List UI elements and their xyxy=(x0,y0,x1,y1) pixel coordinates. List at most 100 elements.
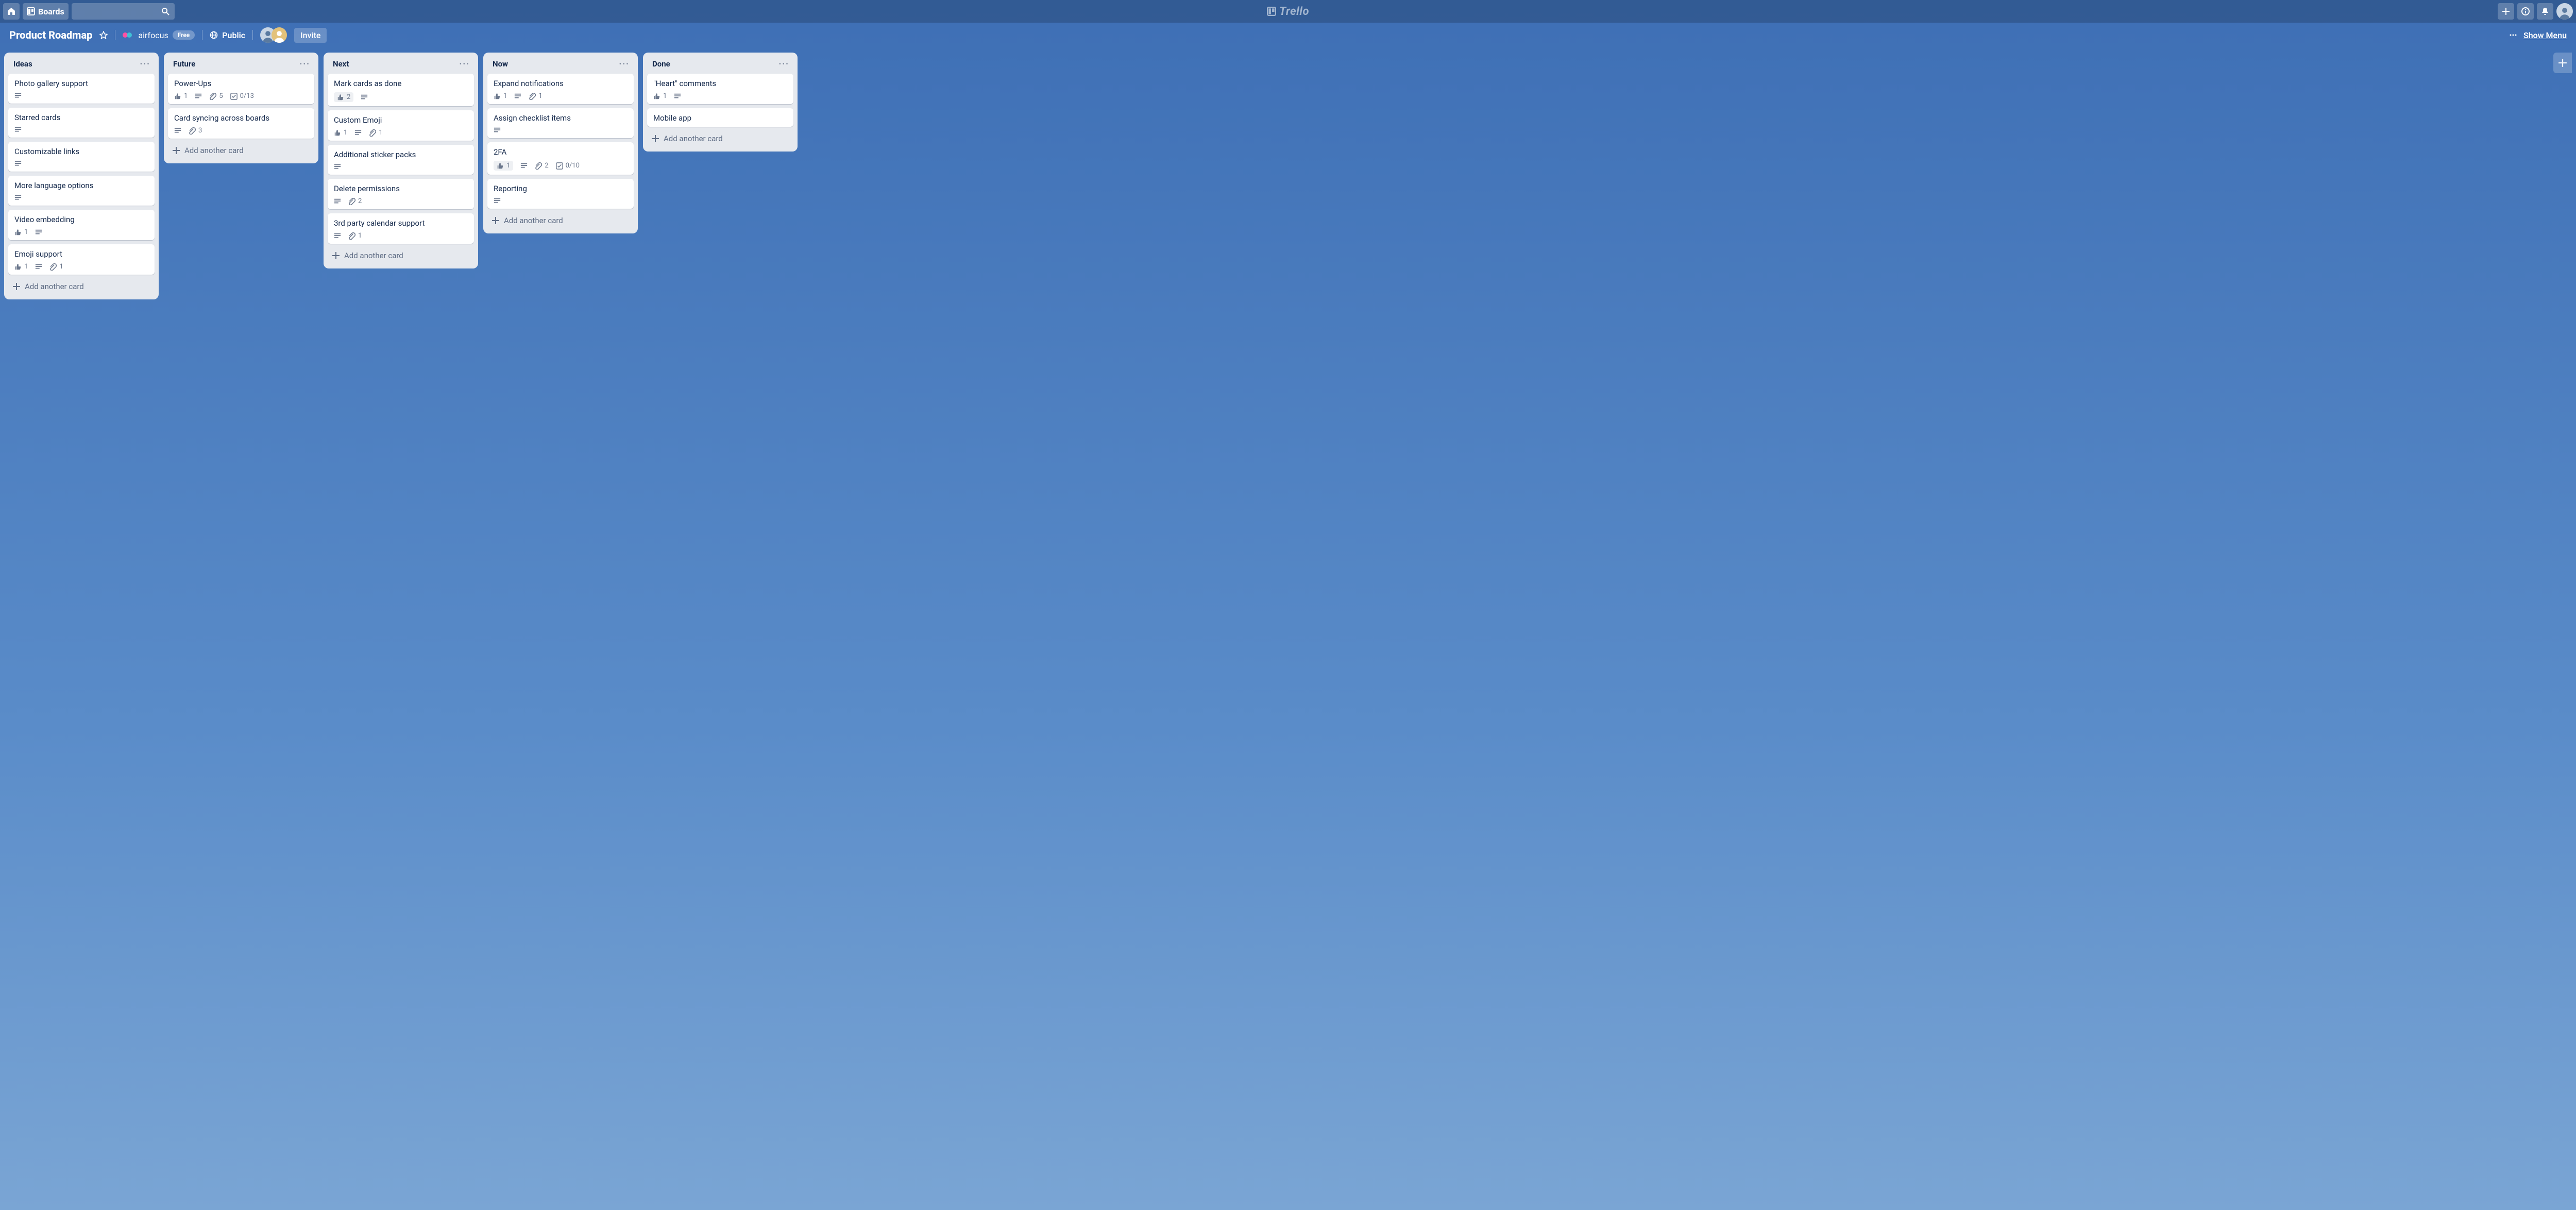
card[interactable]: Customizable links xyxy=(8,142,155,172)
attachments-badge: 3 xyxy=(189,127,202,135)
board-header-right: Show Menu xyxy=(2509,30,2567,40)
card-badges xyxy=(14,194,148,201)
card-title: 3rd party calendar support xyxy=(334,219,468,228)
thumb-icon xyxy=(497,162,504,170)
votes-count: 1 xyxy=(24,228,28,236)
card[interactable]: Delete permissions2 xyxy=(328,179,474,209)
votes-count: 1 xyxy=(24,263,28,271)
add-card-button[interactable]: Add another card xyxy=(328,248,474,263)
list-title[interactable]: Ideas xyxy=(13,59,32,69)
star-icon[interactable] xyxy=(99,31,108,39)
card[interactable]: 3rd party calendar support1 xyxy=(328,213,474,244)
description-icon xyxy=(195,93,202,100)
add-list-button[interactable] xyxy=(2553,53,2572,73)
add-card-button[interactable]: Add another card xyxy=(8,279,155,294)
description-badge xyxy=(174,127,181,135)
plus-icon xyxy=(172,146,180,155)
attachments-badge: 1 xyxy=(49,263,63,271)
card[interactable]: Starred cards xyxy=(8,108,155,138)
votes-count: 1 xyxy=(663,92,667,100)
card[interactable]: Power-Ups150/13 xyxy=(168,74,314,104)
card[interactable]: Emoji support11 xyxy=(8,244,155,275)
list-title[interactable]: Next xyxy=(333,59,349,69)
add-card-button[interactable]: Add another card xyxy=(647,131,793,146)
member-avatars[interactable] xyxy=(260,27,287,43)
list-menu-button[interactable]: ··· xyxy=(779,59,789,69)
list-header: Future ··· xyxy=(168,58,314,70)
board-header: Product Roadmap airfocus Free Public Inv… xyxy=(0,23,2576,47)
card[interactable]: Mobile app xyxy=(647,108,793,127)
attachments-badge: 2 xyxy=(348,197,362,205)
list: Next···Mark cards as done2Custom Emoji11… xyxy=(324,53,478,268)
board-title[interactable]: Product Roadmap xyxy=(9,29,92,41)
member-avatar[interactable] xyxy=(272,27,287,43)
votes-count: 2 xyxy=(347,93,350,101)
add-card-button[interactable]: Add another card xyxy=(487,213,634,228)
attachments-badge: 2 xyxy=(535,162,548,170)
topbar-right xyxy=(2498,3,2573,20)
list-menu-button[interactable]: ··· xyxy=(140,59,150,69)
show-menu-button[interactable]: Show Menu xyxy=(2523,30,2567,40)
list-title[interactable]: Future xyxy=(173,59,195,69)
description-icon xyxy=(361,94,368,101)
card-title: "Heart" comments xyxy=(653,79,787,88)
card-title: Additional sticker packs xyxy=(334,150,468,159)
team-chip[interactable]: airfocus Free xyxy=(123,30,195,40)
list-title[interactable]: Now xyxy=(493,59,508,69)
boards-button[interactable]: Boards xyxy=(23,3,69,20)
card-badges xyxy=(494,197,628,205)
description-icon xyxy=(334,198,341,205)
create-button[interactable] xyxy=(2498,3,2514,20)
attachment-icon xyxy=(209,93,216,100)
list-menu-button[interactable]: ··· xyxy=(619,59,630,69)
description-icon xyxy=(514,93,521,100)
description-icon xyxy=(14,92,22,99)
card[interactable]: Assign checklist items xyxy=(487,108,634,138)
list-menu-button[interactable]: ··· xyxy=(300,59,310,69)
card[interactable]: Expand notifications11 xyxy=(487,74,634,104)
card[interactable]: Card syncing across boards3 xyxy=(168,108,314,139)
list-menu-button[interactable]: ··· xyxy=(460,59,470,69)
votes-badge: 1 xyxy=(14,228,28,236)
user-avatar[interactable] xyxy=(2556,3,2573,20)
description-icon xyxy=(14,194,22,201)
attachment-icon xyxy=(49,263,57,271)
votes-badge: 1 xyxy=(494,161,513,171)
checklist-icon xyxy=(230,93,238,100)
list-title[interactable]: Done xyxy=(652,59,670,69)
attachment-icon xyxy=(348,232,355,240)
visibility-button[interactable]: Public xyxy=(210,30,245,40)
attachments-count: 2 xyxy=(358,197,362,205)
checklist-count: 0/13 xyxy=(240,92,254,100)
team-name: airfocus xyxy=(138,30,168,40)
card[interactable]: Mark cards as done2 xyxy=(328,74,474,106)
plus-icon xyxy=(2502,7,2510,15)
dots-icon[interactable] xyxy=(2509,31,2517,39)
card[interactable]: Photo gallery support xyxy=(8,74,155,104)
notifications-button[interactable] xyxy=(2537,3,2553,20)
invite-button[interactable]: Invite xyxy=(294,28,327,43)
board-icon xyxy=(27,7,35,15)
description-icon xyxy=(35,263,42,271)
plus-icon xyxy=(12,282,21,291)
card-title: More language options xyxy=(14,181,148,190)
card[interactable]: More language options xyxy=(8,176,155,206)
card[interactable]: Video embedding1 xyxy=(8,210,155,240)
votes-count: 1 xyxy=(344,129,347,137)
description-badge xyxy=(334,198,341,205)
info-button[interactable] xyxy=(2517,3,2534,20)
card[interactable]: Reporting xyxy=(487,179,634,209)
attachments-count: 1 xyxy=(379,129,382,137)
list-header: Done ··· xyxy=(647,58,793,70)
card[interactable]: 2FA120/10 xyxy=(487,142,634,175)
card-badges: 2 xyxy=(334,92,468,102)
description-badge xyxy=(520,162,528,170)
card[interactable]: Additional sticker packs xyxy=(328,145,474,175)
search-input[interactable] xyxy=(72,3,175,20)
add-card-button[interactable]: Add another card xyxy=(168,143,314,158)
card[interactable]: Custom Emoji11 xyxy=(328,110,474,141)
card-badges: 11 xyxy=(334,129,468,137)
votes-count: 1 xyxy=(184,92,188,100)
home-button[interactable] xyxy=(3,3,20,20)
card[interactable]: "Heart" comments 1 xyxy=(647,74,793,104)
